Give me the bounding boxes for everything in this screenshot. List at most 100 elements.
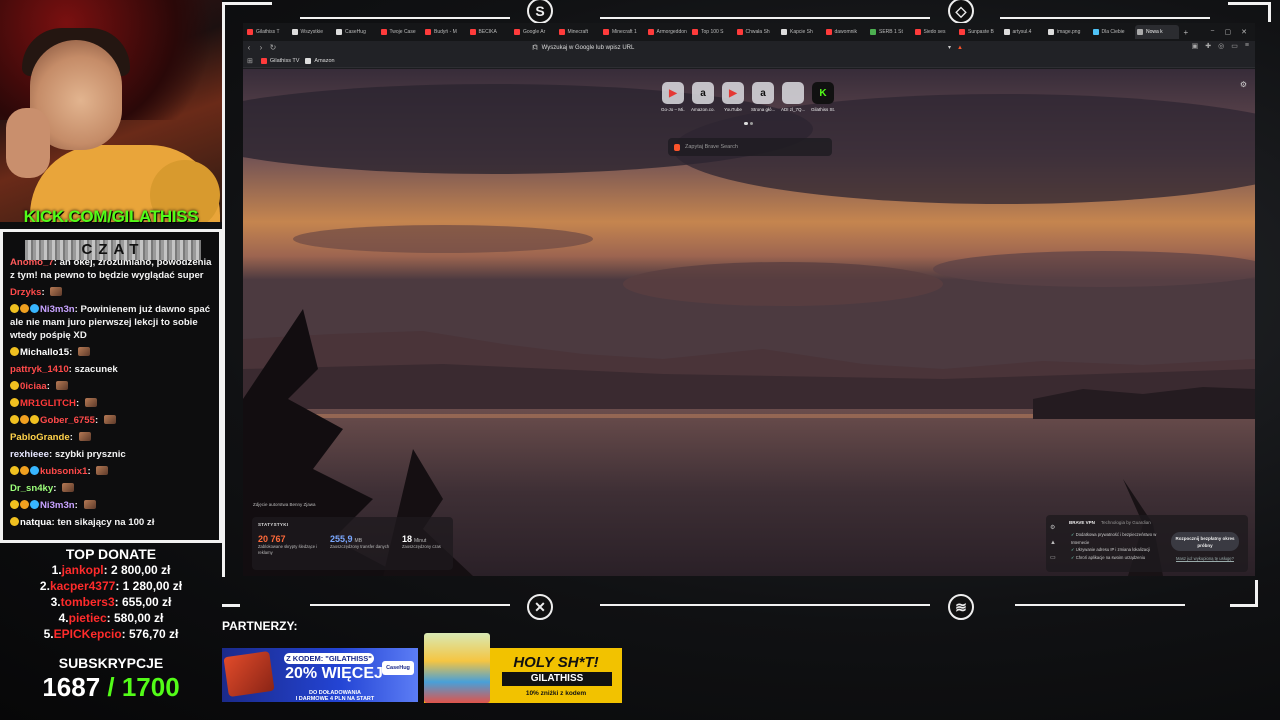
donate-colon: : (121, 627, 129, 641)
chat-message: MR1GLITCH: (10, 397, 215, 410)
site-label: Amazon.co... (691, 107, 715, 112)
vpn-widget: ⚙ ▲ ▭ BRAVE VPN Technologia by Guardian … (1046, 515, 1248, 572)
forward-icon[interactable]: › (255, 43, 267, 52)
browser-tab[interactable]: Budyń - M (423, 25, 467, 39)
chat-username[interactable]: Dr_sn4ky (10, 483, 53, 494)
browser-tab[interactable]: dawomnik (824, 25, 868, 39)
chat-username[interactable]: Ni3m3n (40, 304, 75, 315)
user-badge-icon (10, 500, 19, 509)
chat-separator: : (69, 432, 76, 443)
top-sites-pager[interactable] (744, 122, 753, 125)
chat-separator: : (94, 415, 101, 426)
chat-username[interactable]: rexhieee (10, 449, 49, 460)
browser-tab[interactable]: Minecraft (557, 25, 601, 39)
donate-name: EPICKepcio (53, 627, 122, 641)
gear-icon[interactable]: ⚙ (1240, 80, 1247, 89)
minimize-icon[interactable]: − (1210, 28, 1214, 36)
chat-message: 0iciaa: (10, 380, 215, 393)
address-bar[interactable]: G Wyszukaj w Google lub wpisz URL ▾ ▲ (533, 42, 963, 53)
top-site-tile[interactable]: ADI zl_7Q... (781, 82, 805, 112)
chat-username[interactable]: PabloGrande (10, 432, 70, 443)
browser-tab[interactable]: Kapcie Sh (779, 25, 823, 39)
brave-shield-icon[interactable]: ▾ (948, 44, 951, 51)
user-badge-icon (20, 304, 29, 313)
browser-tab[interactable]: Twoje Case (379, 25, 423, 39)
chat-username[interactable]: 0iciaa (20, 381, 47, 392)
tab-favicon-icon (514, 29, 520, 35)
top-site-tile[interactable]: a Strona głó... (751, 82, 775, 112)
chat-username[interactable]: kubsonix1 (40, 466, 87, 477)
browser-tab[interactable]: Top 100 S (690, 25, 734, 39)
donate-name: tombers3 (60, 595, 115, 609)
chat-username[interactable]: MR1GLITCH (20, 398, 76, 409)
sidebar-icon[interactable]: ▣ (1192, 42, 1199, 50)
browser-tab[interactable]: Gilathiss T (245, 25, 289, 39)
case-image (223, 650, 275, 698)
stat-number: 18 Minut (402, 534, 464, 544)
reload-icon[interactable]: ↻ (267, 43, 279, 52)
chat-username[interactable]: Michallo15 (20, 347, 69, 358)
browser-tab[interactable]: CaseHug (334, 25, 378, 39)
browser-tab[interactable]: Chwała Sh (735, 25, 779, 39)
wallet-icon[interactable]: ▭ (1231, 42, 1238, 50)
browser-tab[interactable]: Siedo ses (913, 25, 957, 39)
settings-icon[interactable]: ⚙ (1050, 521, 1056, 536)
donate-rank: 1. (51, 563, 62, 577)
browser-tab[interactable]: image.png (1046, 25, 1090, 39)
card-icon[interactable]: ▭ (1050, 551, 1056, 566)
browser-tab[interactable]: Google Ar (512, 25, 556, 39)
top-site-tile[interactable]: ▶ YouTube (721, 82, 745, 112)
browser-tab[interactable]: artysul.4 (1002, 25, 1046, 39)
chat-username[interactable]: natqua (20, 517, 51, 528)
browser-tab[interactable]: Dla Ciebie (1091, 25, 1135, 39)
vpn-features: ✓ Dodatkowa prywatność i bezpieczeństwo … (1071, 531, 1161, 561)
bookmark-item[interactable]: Gilathiss TV (260, 57, 299, 64)
top-site-tile[interactable]: a Amazon.co... (691, 82, 715, 112)
browser-tab[interactable]: Nowa k (1135, 25, 1179, 39)
donate-row: 3.tombers3: 655,00 zł (0, 594, 222, 610)
browser-tab[interactable]: BECIKA (468, 25, 512, 39)
browser-tab[interactable]: Sunpaste B (957, 25, 1001, 39)
chat-separator: : (53, 483, 60, 494)
chat-message: Gober_6755: (10, 414, 215, 427)
stat-value: 18 (402, 534, 413, 544)
top-site-tile[interactable]: ▶ Go-Jo – Mi... (661, 82, 685, 112)
extensions-icon[interactable]: ✚ (1205, 42, 1211, 50)
brave-rewards-icon[interactable]: ▲ (957, 45, 963, 51)
tab-label: Top 100 S (701, 29, 724, 35)
apps-icon[interactable]: ⊞ (247, 57, 253, 65)
vpn-restore-link[interactable]: Masz już wykupioną tę usługę? (1176, 556, 1234, 561)
close-icon[interactable]: ✕ (1241, 28, 1247, 36)
webcam-feed (0, 0, 222, 222)
browser-tab[interactable]: Armorgeddon (646, 25, 690, 39)
chat-message: Ni3m3n: (10, 499, 215, 512)
browser-tab[interactable]: Minecraft 1 (601, 25, 645, 39)
search-input[interactable]: Zapytaj Brave Search (668, 138, 832, 156)
new-tab-button[interactable]: + (1184, 28, 1189, 37)
top-site-tile[interactable]: K Gilathiss St... (811, 82, 835, 112)
browser-tab[interactable]: Wszystkie (290, 25, 334, 39)
emote-icon (84, 398, 97, 407)
maximize-icon[interactable]: ▢ (1225, 28, 1232, 36)
menu-icon[interactable]: ≡ (1245, 42, 1249, 50)
compass-icon: ◇ (948, 0, 974, 24)
bookmark-item[interactable]: Amazon (305, 57, 335, 64)
chat-username[interactable]: Ni3m3n (40, 500, 75, 511)
tab-label: image.png (1057, 29, 1081, 35)
widget-side-controls: ⚙ ▲ ▭ (1050, 521, 1056, 566)
user-badge-icon (10, 517, 19, 526)
chat-username[interactable]: Gober_6755 (40, 415, 95, 426)
vpn-icon[interactable]: ◎ (1218, 42, 1224, 50)
tab-label: Google Ar (523, 29, 546, 35)
chat-username[interactable]: pattryk_1410 (10, 364, 69, 375)
photo-credit[interactable]: Zdjęcie autorstwa Benny Zjawa (253, 502, 316, 507)
tabs: Gilathiss T Wszystkie CaseHug Twoje Case Bud… (245, 25, 1180, 39)
back-icon[interactable]: ‹ (243, 43, 255, 52)
vpn-trial-button[interactable]: Rozpocznij bezpłatny okres próbny (1171, 532, 1239, 551)
arrow-icon[interactable]: ▲ (1050, 536, 1056, 551)
browser-tab[interactable]: SERB 1 St (868, 25, 912, 39)
logo-icon: ≋ (948, 594, 974, 620)
holy-banner: HOLY SH*T! GILATHISS 10% zniżki z kodem (424, 633, 622, 703)
chat-username[interactable]: Drzyks (10, 287, 41, 298)
tab-favicon-icon (380, 29, 387, 35)
